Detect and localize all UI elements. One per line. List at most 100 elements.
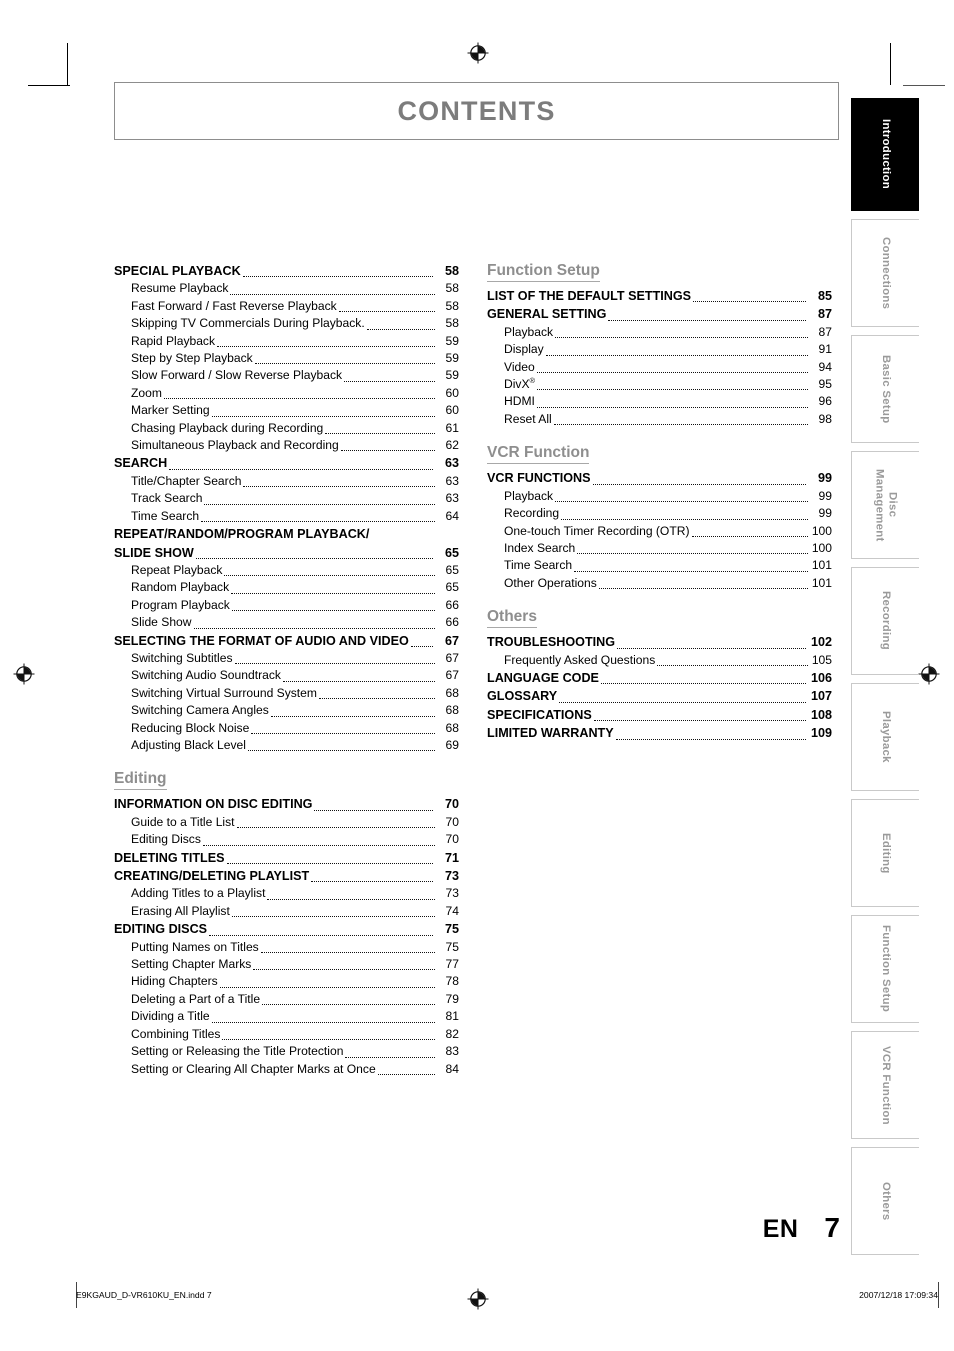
toc-sub-entry[interactable]: DivX® 95 [487, 376, 832, 393]
toc-page-number: 96 [818, 394, 832, 409]
toc-sub-entry[interactable]: Skipping TV Commercials During Playback.… [114, 315, 459, 332]
sidebar-tab-others[interactable]: Others [851, 1147, 919, 1255]
toc-sub-entry[interactable]: Video 94 [487, 359, 832, 376]
toc-sub-entry[interactable]: Playback 87 [487, 324, 832, 341]
toc-sub-entry[interactable]: Simultaneous Playback and Recording 62 [114, 437, 459, 454]
toc-sub-entry[interactable]: Setting or Releasing the Title Protectio… [114, 1043, 459, 1060]
sidebar-tab-editing[interactable]: Editing [851, 799, 919, 907]
toc-section-heading-wrap: VCR Function [487, 444, 832, 469]
sidebar-tab-vcr-function[interactable]: VCR Function [851, 1031, 919, 1139]
toc-sub-entry[interactable]: Editing Discs 70 [114, 831, 459, 848]
toc-chapter-entry[interactable]: TROUBLESHOOTING 102 [487, 633, 832, 651]
toc-page-number: 68 [445, 703, 459, 718]
toc-page-number: 58 [444, 264, 459, 278]
sidebar-tab-function-setup[interactable]: Function Setup [851, 915, 919, 1023]
toc-sub-entry[interactable]: Reducing Block Noise 68 [114, 720, 459, 737]
toc-page-number: 98 [818, 411, 832, 426]
toc-sub-entry[interactable]: Recording 99 [487, 505, 832, 522]
toc-chapter-entry[interactable]: SLIDE SHOW 65 [114, 544, 459, 562]
toc-sub-entry[interactable]: Zoom 60 [114, 385, 459, 402]
toc-sub-entry[interactable]: Combining Titles 82 [114, 1026, 459, 1043]
toc-chapter-entry[interactable]: EDITING DISCS 75 [114, 920, 459, 938]
toc-leader-dots [163, 398, 435, 400]
toc-sub-entry[interactable]: Rapid Playback 59 [114, 333, 459, 350]
sidebar-tab-introduction[interactable]: Introduction [851, 98, 919, 211]
toc-chapter-entry[interactable]: SELECTING THE FORMAT OF AUDIO AND VIDEO 6… [114, 632, 459, 650]
toc-sub-entry[interactable]: Display 91 [487, 341, 832, 358]
toc-sub-entry[interactable]: Other Operations 101 [487, 575, 832, 592]
toc-page-number: 63 [445, 491, 459, 506]
toc-sub-entry[interactable]: Playback 99 [487, 488, 832, 505]
toc-sub-entry[interactable]: Marker Setting 60 [114, 402, 459, 419]
toc-leader-dots [217, 346, 435, 348]
toc-sub-entry[interactable]: Index Search 100 [487, 540, 832, 557]
toc-sub-entry[interactable]: Setting Chapter Marks 77 [114, 956, 459, 973]
toc-sub-entry[interactable]: Switching Virtual Surround System 68 [114, 685, 459, 702]
sidebar-tab-playback[interactable]: Playback [851, 683, 919, 791]
crop-mark-right-top [903, 85, 945, 86]
toc-chapter-entry[interactable]: LIST OF THE DEFAULT SETTINGS 85 [487, 287, 832, 305]
toc-sub-entry[interactable]: Fast Forward / Fast Reverse Playback 58 [114, 298, 459, 315]
toc-entry-label: Random Playback [131, 580, 230, 595]
toc-sub-entry[interactable]: Erasing All Playlist 74 [114, 903, 459, 920]
toc-chapter-entry[interactable]: LIMITED WARRANTY 109 [487, 724, 832, 742]
toc-entry-label: Repeat Playback [131, 562, 223, 577]
crop-mark-top-right [890, 43, 891, 85]
toc-page-number: 66 [445, 615, 459, 630]
toc-sub-entry[interactable]: Dividing a Title 81 [114, 1008, 459, 1025]
sidebar-tab-recording[interactable]: Recording [851, 567, 919, 675]
toc-leader-dots [338, 311, 435, 313]
toc-entry-label: DELETING TITLES [114, 850, 225, 865]
toc-sub-entry[interactable]: Title/Chapter Search 63 [114, 473, 459, 490]
toc-chapter-entry[interactable]: CREATING/DELETING PLAYLIST 73 [114, 867, 459, 885]
toc-sub-entry[interactable]: Slide Show 66 [114, 614, 459, 631]
toc-sub-entry[interactable]: Repeat Playback 65 [114, 562, 459, 579]
toc-leader-dots [545, 354, 808, 356]
toc-chapter-entry[interactable]: REPEAT/RANDOM/PROGRAM PLAYBACK/ [114, 525, 459, 543]
toc-chapter-entry[interactable]: SPECIFICATIONS 108 [487, 706, 832, 724]
sidebar-tab-connections[interactable]: Connections [851, 219, 919, 327]
toc-chapter-entry[interactable]: SPECIAL PLAYBACK 58 [114, 262, 459, 280]
toc-section-heading: Others [487, 608, 537, 629]
toc-sub-entry[interactable]: Putting Names on Titles 75 [114, 939, 459, 956]
toc-chapter-entry[interactable]: GLOSSARY 107 [487, 687, 832, 705]
toc-sub-entry[interactable]: Hiding Chapters 78 [114, 973, 459, 990]
toc-entry-label: Editing Discs [131, 832, 201, 847]
toc-chapter-entry[interactable]: GENERAL SETTING 87 [487, 305, 832, 323]
toc-sub-entry[interactable]: Slow Forward / Slow Reverse Playback 59 [114, 367, 459, 384]
toc-sub-entry[interactable]: Track Search 63 [114, 490, 459, 507]
toc-sub-entry[interactable]: Adjusting Black Level 69 [114, 737, 459, 754]
toc-sub-entry[interactable]: Switching Subtitles 67 [114, 650, 459, 667]
toc-chapter-entry[interactable]: VCR FUNCTIONS 99 [487, 469, 832, 487]
toc-leader-dots [253, 969, 435, 971]
toc-entry-label: Marker Setting [131, 403, 210, 418]
toc-leader-dots [222, 1039, 435, 1041]
toc-page-number: 100 [811, 540, 832, 555]
page-title: CONTENTS [397, 95, 556, 126]
toc-entry-label: Putting Names on Titles [131, 939, 259, 954]
toc-sub-entry[interactable]: Random Playback 65 [114, 579, 459, 596]
toc-sub-entry[interactable]: Deleting a Part of a Title 79 [114, 991, 459, 1008]
toc-chapter-entry[interactable]: DELETING TITLES 71 [114, 849, 459, 867]
sidebar-tab-basic-setup[interactable]: Basic Setup [851, 335, 919, 443]
toc-chapter-entry[interactable]: INFORMATION ON DISC EDITING 70 [114, 795, 459, 813]
toc-sub-entry[interactable]: Setting or Clearing All Chapter Marks at… [114, 1061, 459, 1078]
toc-chapter-entry[interactable]: LANGUAGE CODE 106 [487, 669, 832, 687]
toc-sub-entry[interactable]: Resume Playback 58 [114, 280, 459, 297]
toc-sub-entry[interactable]: Guide to a Title List 70 [114, 814, 459, 831]
toc-sub-entry[interactable]: Time Search 101 [487, 557, 832, 574]
toc-sub-entry[interactable]: One-touch Timer Recording (OTR) 100 [487, 523, 832, 540]
toc-entry-label: Step by Step Playback [131, 351, 253, 366]
toc-sub-entry[interactable]: Frequently Asked Questions 105 [487, 652, 832, 669]
toc-sub-entry[interactable]: Switching Camera Angles 68 [114, 702, 459, 719]
toc-chapter-entry[interactable]: SEARCH 63 [114, 454, 459, 472]
toc-sub-entry[interactable]: Program Playback 66 [114, 597, 459, 614]
toc-sub-entry[interactable]: Step by Step Playback 59 [114, 350, 459, 367]
toc-sub-entry[interactable]: Switching Audio Soundtrack 67 [114, 667, 459, 684]
toc-sub-entry[interactable]: HDMI 96 [487, 393, 832, 410]
toc-sub-entry[interactable]: Adding Titles to a Playlist 73 [114, 885, 459, 902]
sidebar-tab-disc-management[interactable]: Disc Management [851, 451, 919, 559]
toc-sub-entry[interactable]: Reset All 98 [487, 411, 832, 428]
toc-sub-entry[interactable]: Time Search 64 [114, 508, 459, 525]
toc-sub-entry[interactable]: Chasing Playback during Recording 61 [114, 420, 459, 437]
